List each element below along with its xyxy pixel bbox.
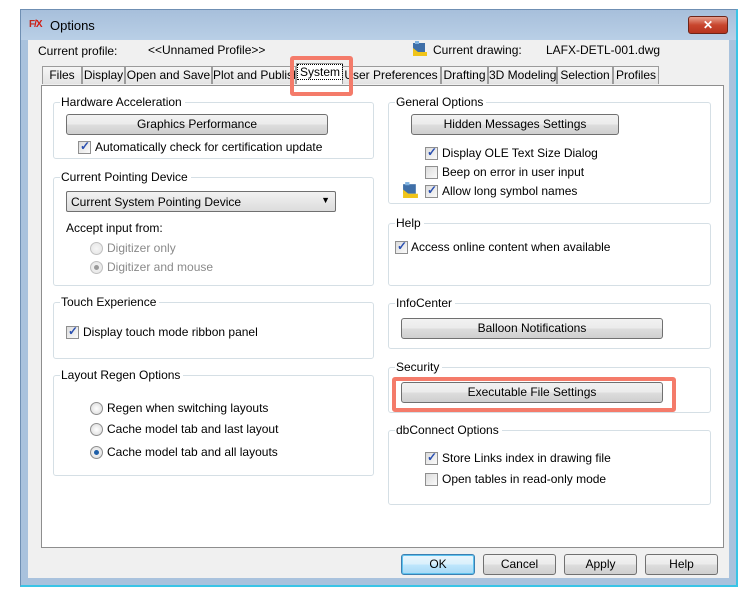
current-profile-label: Current profile: (38, 44, 118, 58)
cache-all-layouts-label: Cache model tab and all layouts (107, 445, 278, 459)
help-button[interactable]: Help (645, 554, 718, 575)
options-dialog: F/X Options ✕ Current profile: <<Unnamed… (20, 9, 738, 587)
security-group: Security Executable File Settings (388, 360, 711, 413)
store-links-index-label: Store Links index in drawing file (442, 451, 611, 465)
current-profile-value: <<Unnamed Profile>> (148, 43, 266, 57)
cache-last-layout-label: Cache model tab and last layout (107, 422, 279, 436)
general-options-title: General Options (395, 95, 487, 109)
tab-display[interactable]: Display (82, 66, 125, 84)
cache-all-layouts-radio[interactable] (90, 446, 103, 459)
beep-on-error-checkbox[interactable] (425, 166, 438, 179)
graphics-performance-button[interactable]: Graphics Performance (66, 114, 328, 135)
app-logo-icon: F/X (29, 19, 43, 30)
touch-experience-title: Touch Experience (60, 295, 160, 309)
store-links-index-checkbox[interactable] (425, 450, 438, 465)
dbconnect-group: dbConnect Options Store Links index in d… (388, 423, 711, 505)
tab-profiles[interactable]: Profiles (613, 66, 659, 84)
touch-ribbon-label: Display touch mode ribbon panel (83, 325, 258, 339)
display-ole-dialog-label: Display OLE Text Size Dialog (442, 146, 598, 160)
hardware-acceleration-title: Hardware Acceleration (60, 95, 185, 109)
system-tab-panel: Hardware Acceleration Graphics Performan… (41, 85, 724, 548)
drawing-saved-setting-icon (403, 182, 418, 198)
touch-ribbon-checkbox[interactable] (66, 324, 79, 339)
auto-check-certification-checkbox[interactable] (78, 139, 91, 154)
cancel-button[interactable]: Cancel (483, 554, 556, 575)
layout-regen-group: Layout Regen Options Regen when switchin… (53, 368, 374, 476)
help-group: Help Access online content when availabl… (388, 216, 711, 286)
tab-system[interactable]: System (296, 63, 344, 84)
pointing-device-group: Current Pointing Device Current System P… (53, 170, 374, 286)
digitizer-and-mouse-radio[interactable] (90, 261, 103, 274)
security-title: Security (395, 360, 443, 374)
chevron-down-icon: ▼ (321, 195, 330, 205)
balloon-notifications-button[interactable]: Balloon Notifications (401, 318, 663, 339)
tab-selection[interactable]: Selection (557, 66, 613, 84)
tab-3d-modeling[interactable]: 3D Modeling (488, 66, 557, 84)
auto-check-certification-label: Automatically check for certification up… (95, 140, 323, 154)
access-online-content-label: Access online content when available (411, 240, 611, 254)
current-drawing-value: LAFX-DETL-001.dwg (546, 43, 661, 57)
regen-switching-radio[interactable] (90, 402, 103, 415)
allow-long-symbol-names-checkbox[interactable] (425, 183, 438, 198)
close-icon: ✕ (702, 18, 714, 32)
beep-on-error-label: Beep on error in user input (442, 165, 585, 179)
open-tables-readonly-checkbox[interactable] (425, 473, 438, 486)
open-tables-readonly-label: Open tables in read-only mode (442, 472, 607, 486)
hardware-acceleration-group: Hardware Acceleration Graphics Performan… (53, 95, 374, 159)
digitizer-only-radio[interactable] (90, 242, 103, 255)
infocenter-group: InfoCenter Balloon Notifications (388, 296, 711, 349)
touch-experience-group: Touch Experience Display touch mode ribb… (53, 295, 374, 359)
executable-file-settings-button[interactable]: Executable File Settings (401, 382, 663, 403)
window-title: Options (50, 18, 95, 33)
dbconnect-title: dbConnect Options (395, 423, 502, 437)
apply-button[interactable]: Apply (564, 554, 637, 575)
display-ole-dialog-checkbox[interactable] (425, 145, 438, 160)
dialog-client: Current profile: <<Unnamed Profile>> Cur… (28, 40, 729, 578)
current-drawing-icon (413, 41, 427, 56)
general-options-group: General Options Hidden Messages Settings… (388, 95, 711, 204)
digitizer-only-label: Digitizer only (107, 241, 176, 255)
regen-switching-label: Regen when switching layouts (107, 401, 269, 415)
tab-plot-and-publish[interactable]: Plot and Publish (212, 66, 296, 84)
help-title: Help (395, 216, 424, 230)
allow-long-symbol-names-label: Allow long symbol names (442, 184, 578, 198)
infocenter-title: InfoCenter (395, 296, 456, 310)
cache-last-layout-radio[interactable] (90, 423, 103, 436)
pointing-device-title: Current Pointing Device (60, 170, 191, 184)
current-drawing-label: Current drawing: (433, 43, 522, 57)
accept-input-label: Accept input from: (66, 221, 163, 235)
ok-button[interactable]: OK (401, 554, 475, 575)
digitizer-and-mouse-label: Digitizer and mouse (107, 260, 214, 274)
tab-drafting[interactable]: Drafting (441, 66, 488, 84)
pointing-device-value: Current System Pointing Device (71, 195, 242, 209)
hidden-messages-settings-button[interactable]: Hidden Messages Settings (411, 114, 619, 135)
access-online-content-checkbox[interactable] (395, 239, 408, 254)
pointing-device-select[interactable]: Current System Pointing Device ▼ (66, 191, 336, 212)
title-bar: F/X Options ✕ (21, 10, 736, 40)
tab-open-and-save[interactable]: Open and Save (125, 66, 212, 84)
tab-files[interactable]: Files (42, 66, 82, 84)
tab-user-preferences[interactable]: User Preferences (341, 66, 441, 84)
close-button[interactable]: ✕ (688, 16, 728, 34)
layout-regen-title: Layout Regen Options (60, 368, 184, 382)
